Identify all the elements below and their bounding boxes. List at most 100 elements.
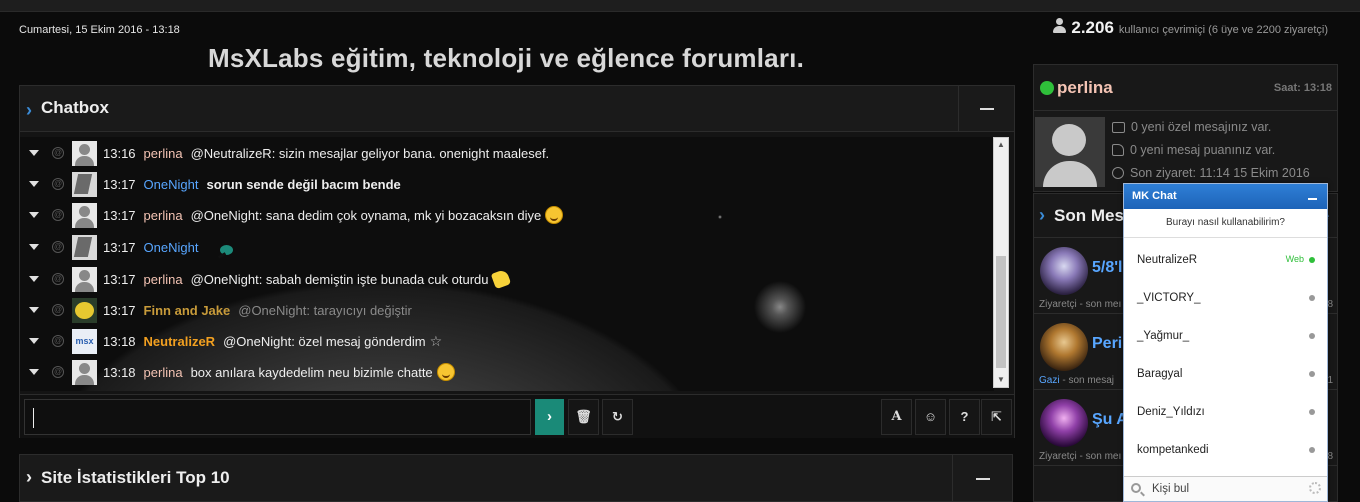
message-menu-icon[interactable] [29,181,39,187]
message-time: 13:17 [103,207,136,223]
pm-line[interactable]: 0 yeni özel mesajınız var. [1112,120,1271,134]
chat-message: @ 13:16 perlina @NeutralizeR: sizin mesa… [20,139,549,167]
status-dot-icon [1309,333,1315,339]
message-author[interactable]: perlina [144,365,183,380]
avatar[interactable] [72,171,97,197]
contact-item[interactable]: _VICTORY_ [1124,279,1327,317]
message-text: @OneNight: tarayıcıyı değiştir [238,302,412,318]
grin-emoji-icon [436,363,455,381]
user-avatar[interactable] [1035,117,1105,187]
stats-panel: › Site İstatistikleri Top 10 [19,454,1013,502]
online-users[interactable]: 2.206 kullanıcı çevrimiçi (6 üye ve 2200… [1053,18,1328,38]
minus-icon [979,108,994,110]
star-icon[interactable]: ☆ [430,333,443,350]
contact-search[interactable]: Kişi bul [1124,476,1327,501]
chat-messages: @ 13:16 perlina @NeutralizeR: sizin mesa… [20,137,994,391]
post-author[interactable]: Gazi [1039,375,1060,386]
contact-item[interactable]: kompetankedi [1124,431,1327,469]
last-visit-text: Son ziyaret: 11:14 15 Ekim 2016 [1130,166,1310,180]
online-status-icon [1040,81,1054,95]
collapse-button[interactable] [958,86,1014,132]
status-dot-icon [1309,409,1315,415]
smiley-button[interactable]: ☺ [915,399,946,435]
mk-chat-help-link[interactable]: Burayı nasıl kullanabilirim? [1124,209,1327,238]
post-count: 1 [1327,375,1333,386]
send-button[interactable]: › [535,399,564,435]
message-text: @OneNight: sana dedim çok oynama, mk yi … [190,207,542,223]
avatar[interactable] [72,266,97,292]
top-strip [0,0,1360,12]
message-menu-icon[interactable] [29,369,39,375]
avatar[interactable] [72,202,97,228]
mention-icon[interactable]: @ [52,147,64,159]
message-author[interactable]: NeutralizeR [144,334,216,349]
avatar[interactable]: msx [72,328,97,354]
status-dot-icon [1309,371,1315,377]
status-dot-icon [1309,447,1315,453]
scroll-down-icon[interactable]: ▼ [994,373,1008,387]
delete-button[interactable]: 🗑 [568,399,599,435]
post-meta: Ziyaretçi - son meı [1039,299,1122,310]
popout-button[interactable]: ⇱ [981,399,1012,435]
post-thumbnail[interactable] [1040,323,1088,371]
message-text: box anılara kaydedelim neu bizimle chatt… [190,364,433,380]
site-title: MsXLabs eğitim, teknoloji ve eğlence for… [208,43,804,73]
post-thumbnail[interactable] [1040,247,1088,295]
message-menu-icon[interactable] [29,307,39,313]
rating-text: 0 yeni mesaj puanınız var. [1130,143,1276,157]
contact-item[interactable]: NeutralizeR Web [1124,241,1327,279]
mention-icon[interactable]: @ [52,335,64,347]
message-author[interactable]: perlina [144,272,183,287]
contact-item[interactable]: Deniz_Yıldızı [1124,393,1327,431]
mention-icon[interactable]: @ [52,209,64,221]
refresh-button[interactable]: ↻ [602,399,633,435]
font-button[interactable]: A [881,399,912,435]
chat-message: @ 13:17 perlina @OneNight: sana dedim ço… [20,201,564,229]
mention-icon[interactable]: @ [52,304,64,316]
mk-chat-titlebar[interactable]: MK Chat [1124,184,1327,209]
message-menu-icon[interactable] [29,244,39,250]
rating-line[interactable]: 0 yeni mesaj puanınız var. [1112,143,1275,157]
mention-icon[interactable]: @ [52,273,64,285]
avatar[interactable] [72,359,97,385]
avatar[interactable] [72,140,97,166]
scroll-thumb[interactable] [996,256,1006,368]
post-meta-text: - son mesaj [1059,375,1115,386]
username[interactable]: perlina [1057,78,1113,98]
message-menu-icon[interactable] [29,212,39,218]
message-text: sorun sende değil bacım bende [206,176,401,192]
contact-item[interactable]: Baragyal [1124,355,1327,393]
message-menu-icon[interactable] [29,338,39,344]
message-author[interactable]: perlina [144,146,183,161]
gear-icon[interactable] [1309,482,1321,494]
message-menu-icon[interactable] [29,150,39,156]
post-title[interactable]: Peri [1092,335,1122,353]
mention-icon[interactable]: @ [52,241,64,253]
mention-icon[interactable]: @ [52,178,64,190]
post-title[interactable]: 5/8'l [1092,259,1123,277]
mention-icon[interactable]: @ [52,366,64,378]
chat-scrollbar[interactable]: ▲ ▼ [993,137,1009,388]
chat-message: @ 13:18 perlina box anılara kaydedelim n… [20,358,455,386]
status-dot-icon [1309,257,1315,263]
message-author[interactable]: perlina [144,208,183,223]
message-author[interactable]: OneNight [144,240,199,255]
help-button[interactable]: ? [949,399,980,435]
message-time: 13:17 [103,302,136,318]
chat-message: @ 13:17 Finn and Jake @OneNight: tarayıc… [20,296,412,324]
collapse-button[interactable] [952,455,1012,502]
contact-item[interactable]: _Yağmur_ [1124,317,1327,355]
contact-name: NeutralizeR [1137,254,1198,266]
chat-input[interactable] [24,399,531,435]
avatar[interactable] [72,297,97,323]
avatar[interactable] [72,234,97,260]
minimize-icon[interactable] [1308,198,1317,200]
contact-name: Deniz_Yıldızı [1137,406,1205,418]
message-text: @OneNight: sabah demiştin işte bunada cu… [190,271,489,287]
message-author[interactable]: OneNight [144,177,199,192]
post-thumbnail[interactable] [1040,399,1088,447]
stats-title: Site İstatistikleri Top 10 [41,468,230,487]
scroll-up-icon[interactable]: ▲ [994,138,1008,152]
message-menu-icon[interactable] [29,276,39,282]
message-author[interactable]: Finn and Jake [144,303,231,318]
